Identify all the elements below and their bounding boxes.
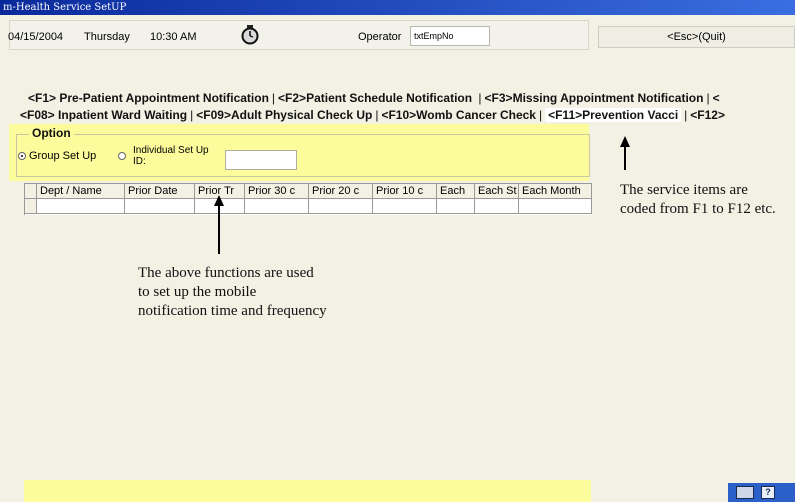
annotation-service-items: The service items are coded from F1 to F… [620, 182, 776, 217]
computer-icon[interactable] [736, 486, 754, 499]
arrow-to-grid-head [214, 195, 224, 206]
arrow-to-tabs-head [620, 136, 630, 147]
help-icon[interactable]: ? [761, 486, 775, 499]
bottom-status-bar [24, 480, 591, 502]
annotation-arrows [214, 136, 630, 254]
annotation-functions: The above functions are used to set up t… [138, 265, 327, 319]
